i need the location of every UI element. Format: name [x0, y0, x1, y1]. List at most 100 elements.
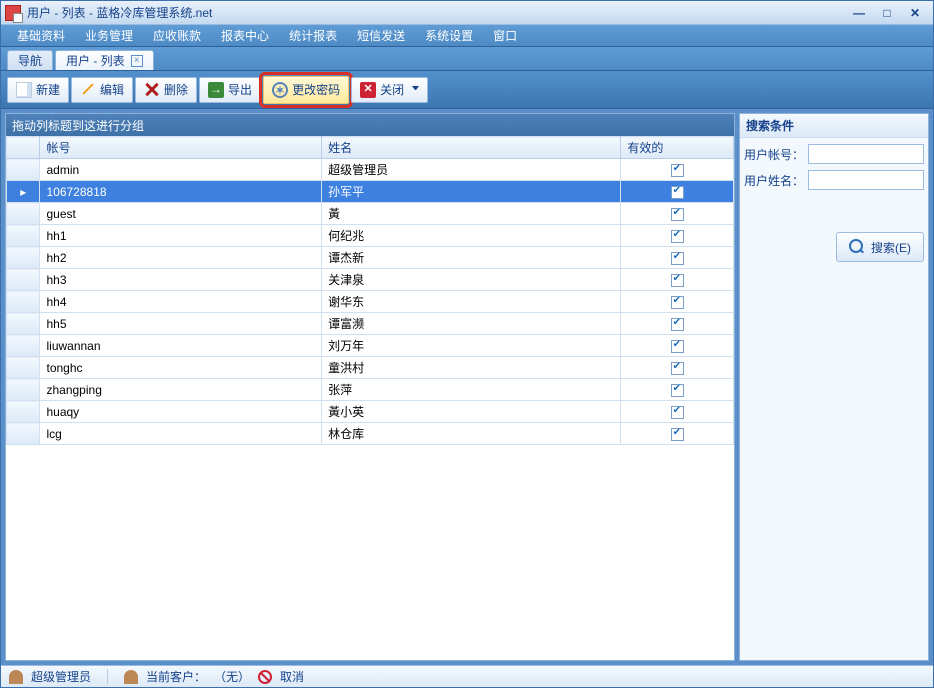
menu-item-1[interactable]: 业务管理 [77, 25, 141, 46]
checkbox-icon[interactable] [671, 406, 684, 419]
cell-name: 林仓库 [322, 423, 621, 445]
table-row[interactable]: zhangping张萍 [7, 379, 734, 401]
table-row[interactable]: tonghc童洪村 [7, 357, 734, 379]
menu-item-5[interactable]: 短信发送 [349, 25, 413, 46]
cell-valid[interactable] [621, 225, 734, 247]
export-label: 导出 [228, 81, 252, 98]
table-row[interactable]: hh3关津泉 [7, 269, 734, 291]
checkbox-icon[interactable] [671, 186, 684, 199]
table-row[interactable]: hh1何纪兆 [7, 225, 734, 247]
chevron-down-icon[interactable] [412, 86, 419, 93]
search-account-input[interactable] [808, 144, 924, 164]
new-label: 新建 [36, 81, 60, 98]
checkbox-icon[interactable] [671, 296, 684, 309]
search-button[interactable]: 搜索(E) [836, 232, 924, 262]
search-icon [849, 239, 865, 255]
row-indicator-header [7, 137, 40, 159]
users-table: 帐号 姓名 有效的 admin超级管理员▸106728818孙军平guest黃h… [6, 136, 734, 445]
close-tab-button[interactable]: ✕ 关闭 [351, 77, 428, 103]
row-indicator: ▸ [7, 181, 40, 203]
row-indicator [7, 379, 40, 401]
checkbox-icon[interactable] [671, 164, 684, 177]
cell-valid[interactable] [621, 357, 734, 379]
cell-valid[interactable] [621, 313, 734, 335]
menu-item-4[interactable]: 统计报表 [281, 25, 345, 46]
menu-item-3[interactable]: 报表中心 [213, 25, 277, 46]
checkbox-icon[interactable] [671, 252, 684, 265]
group-by-hint[interactable]: 拖动列标题到这进行分组 [6, 114, 734, 136]
table-row[interactable]: admin超级管理员 [7, 159, 734, 181]
cell-name: 谭杰新 [322, 247, 621, 269]
app-icon [5, 5, 21, 21]
change-password-label: 更改密码 [292, 81, 340, 98]
menu-bar: 基础资料业务管理应收账款报表中心统计报表短信发送系统设置窗口 [1, 25, 933, 47]
checkbox-icon[interactable] [671, 230, 684, 243]
column-valid[interactable]: 有效的 [621, 137, 734, 159]
cell-valid[interactable] [621, 291, 734, 313]
checkbox-icon[interactable] [671, 384, 684, 397]
cell-valid[interactable] [621, 379, 734, 401]
cell-valid[interactable] [621, 203, 734, 225]
column-name[interactable]: 姓名 [322, 137, 621, 159]
export-icon [208, 82, 224, 98]
cell-account: lcg [40, 423, 322, 445]
column-account[interactable]: 帐号 [40, 137, 322, 159]
tab-close-icon[interactable]: × [131, 55, 143, 67]
delete-button[interactable]: 删除 [135, 77, 197, 103]
table-row[interactable]: lcg林仓库 [7, 423, 734, 445]
tab-0[interactable]: 导航 [7, 50, 53, 70]
cell-valid[interactable] [621, 335, 734, 357]
checkbox-icon[interactable] [671, 318, 684, 331]
cell-account: hh5 [40, 313, 322, 335]
change-password-button[interactable]: 更改密码 [263, 76, 349, 104]
checkbox-icon[interactable] [671, 362, 684, 375]
table-row[interactable]: ▸106728818孙军平 [7, 181, 734, 203]
maximize-button[interactable]: □ [877, 6, 897, 20]
data-grid-panel: 拖动列标题到这进行分组 帐号 姓名 有效的 admin超级管理员▸1067288… [5, 113, 735, 661]
edit-button[interactable]: 编辑 [71, 77, 133, 103]
table-row[interactable]: guest黃 [7, 203, 734, 225]
checkbox-icon[interactable] [671, 340, 684, 353]
table-row[interactable]: huaqy黃小英 [7, 401, 734, 423]
checkbox-icon[interactable] [671, 208, 684, 221]
status-current-label: 当前客户： [146, 668, 206, 685]
cell-account: huaqy [40, 401, 322, 423]
cell-valid[interactable] [621, 423, 734, 445]
menu-item-0[interactable]: 基础资料 [9, 25, 73, 46]
minimize-button[interactable]: — [849, 6, 869, 20]
table-row[interactable]: liuwannan刘万年 [7, 335, 734, 357]
checkbox-icon[interactable] [671, 428, 684, 441]
search-panel: 搜索条件 用户帐号： 用户姓名： 搜索(E) [739, 113, 929, 661]
row-indicator [7, 335, 40, 357]
cell-account: tonghc [40, 357, 322, 379]
row-indicator [7, 159, 40, 181]
new-button[interactable]: 新建 [7, 77, 69, 103]
menu-item-6[interactable]: 系统设置 [417, 25, 481, 46]
table-row[interactable]: hh5谭富濒 [7, 313, 734, 335]
tab-1[interactable]: 用户 - 列表× [55, 50, 154, 70]
customer-icon [124, 670, 138, 684]
close-window-button[interactable]: ✕ [905, 6, 925, 20]
cell-valid[interactable] [621, 269, 734, 291]
table-row[interactable]: hh4谢华东 [7, 291, 734, 313]
cell-valid[interactable] [621, 181, 734, 203]
cell-valid[interactable] [621, 401, 734, 423]
cell-name: 黃小英 [322, 401, 621, 423]
cell-account: hh4 [40, 291, 322, 313]
cell-name: 黃 [322, 203, 621, 225]
menu-item-2[interactable]: 应收账款 [145, 25, 209, 46]
status-cancel[interactable]: 取消 [280, 668, 304, 685]
row-indicator [7, 423, 40, 445]
search-button-label: 搜索(E) [871, 239, 911, 256]
window-title: 用户 - 列表 - 蓝格冷库管理系统.net [27, 4, 849, 21]
user-icon [9, 670, 23, 684]
table-row[interactable]: hh2谭杰新 [7, 247, 734, 269]
menu-item-7[interactable]: 窗口 [485, 25, 525, 46]
cell-valid[interactable] [621, 247, 734, 269]
cancel-icon [258, 670, 272, 684]
cell-valid[interactable] [621, 159, 734, 181]
cell-name: 童洪村 [322, 357, 621, 379]
export-button[interactable]: 导出 [199, 77, 261, 103]
checkbox-icon[interactable] [671, 274, 684, 287]
search-name-input[interactable] [808, 170, 924, 190]
